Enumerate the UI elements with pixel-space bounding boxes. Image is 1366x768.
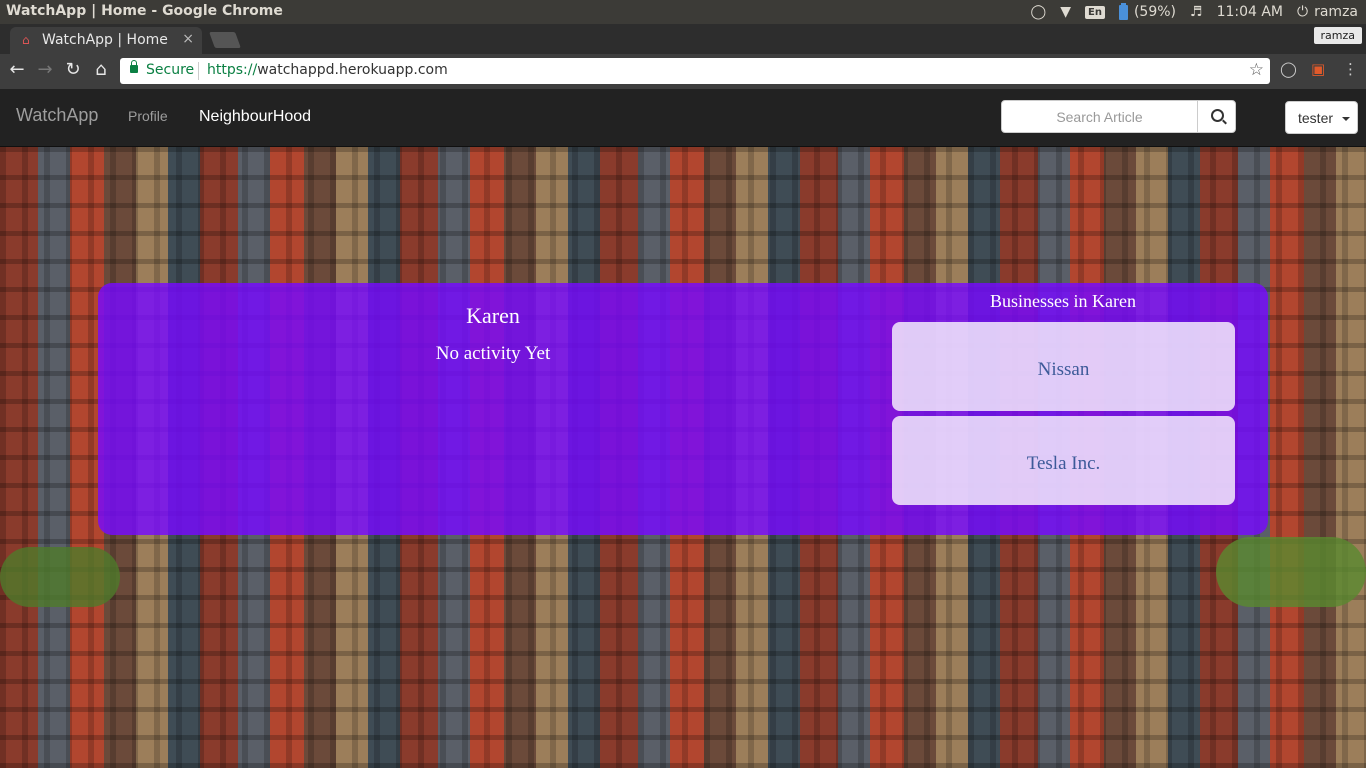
os-indicators: ◯ ▼ En (59%) ♬ 11:04 AM ⏻ ramza: [1031, 0, 1358, 24]
chrome-menu-icon[interactable]: ⋮: [1343, 60, 1358, 78]
lock-icon: [130, 60, 138, 73]
user-menu-button[interactable]: tester: [1285, 101, 1358, 134]
extension-bulb-icon[interactable]: ◯: [1280, 60, 1297, 78]
new-tab-button[interactable]: [209, 32, 241, 48]
search-input[interactable]: [1001, 100, 1198, 133]
battery-indicator[interactable]: (59%): [1118, 2, 1176, 20]
business-card[interactable]: Tesla Inc.: [892, 416, 1235, 505]
business-card[interactable]: Nissan: [892, 322, 1235, 411]
keyboard-layout-indicator[interactable]: En: [1085, 5, 1105, 19]
favicon-icon: ⌂: [22, 33, 30, 47]
brand-link[interactable]: WatchApp: [16, 105, 98, 126]
site-navbar: WatchApp Profile NeighbourHood tester: [0, 89, 1366, 147]
url-text[interactable]: https://watchappd.herokuapp.com: [207, 62, 448, 78]
business-link[interactable]: Tesla Inc.: [892, 453, 1235, 475]
battery-icon: [1118, 2, 1128, 20]
business-link[interactable]: Nissan: [892, 359, 1235, 381]
reload-icon[interactable]: ↻: [62, 59, 84, 81]
back-arrow-icon[interactable]: ←: [6, 59, 28, 81]
power-icon: ⏻: [1297, 4, 1309, 20]
url-host: watchappd.herokuapp.com: [257, 62, 448, 78]
background-trees: [1216, 537, 1366, 607]
user-menu-label: tester: [1298, 110, 1334, 126]
window-title: WatchApp | Home - Google Chrome: [6, 3, 283, 19]
address-bar[interactable]: Secure https://watchappd.herokuapp.com ☆: [120, 58, 1270, 84]
bookmark-star-icon[interactable]: ☆: [1249, 60, 1264, 80]
clock[interactable]: 11:04 AM: [1217, 4, 1283, 20]
wifi-icon[interactable]: ▼: [1060, 4, 1071, 20]
nav-neighbourhood-link[interactable]: NeighbourHood: [199, 108, 311, 126]
extension-tv-icon[interactable]: ▣: [1311, 60, 1325, 78]
browser-toolbar: ← → ↻ ⌂ Secure https://watchappd.herokua…: [0, 54, 1366, 89]
volume-icon[interactable]: ♬: [1190, 4, 1203, 20]
search-button[interactable]: [1197, 100, 1236, 133]
tab-close-icon[interactable]: ×: [182, 31, 194, 47]
os-top-panel: WatchApp | Home - Google Chrome ◯ ▼ En (…: [0, 0, 1366, 24]
neighbourhood-name: Karen: [466, 303, 520, 328]
bulb-icon[interactable]: ◯: [1031, 4, 1047, 20]
forward-arrow-icon[interactable]: →: [34, 59, 56, 81]
secure-label: Secure: [146, 62, 195, 78]
search-icon: [1211, 109, 1224, 122]
tab-title: WatchApp | Home: [42, 32, 168, 48]
businesses-heading: Businesses in Karen: [990, 291, 1136, 311]
battery-percent: (59%): [1133, 4, 1176, 20]
background-trees: [0, 547, 120, 607]
home-icon[interactable]: ⌂: [90, 59, 112, 81]
browser-tab-strip: ⌂ WatchApp | Home × ramza: [0, 24, 1366, 54]
caret-down-icon: [1342, 117, 1350, 121]
address-separator: [198, 62, 199, 80]
browser-tab[interactable]: ⌂ WatchApp | Home ×: [10, 27, 202, 54]
url-scheme: https://: [207, 62, 258, 78]
browser-profile-chip[interactable]: ramza: [1313, 27, 1362, 44]
neighbourhood-panel: Karen No activity Yet Businesses in Kare…: [98, 283, 1268, 535]
nav-profile-link[interactable]: Profile: [128, 108, 168, 124]
session-indicator[interactable]: ⏻ ramza: [1297, 4, 1358, 20]
search-form: [1001, 100, 1236, 133]
activity-status: No activity Yet: [435, 343, 551, 364]
web-page: WatchApp Profile NeighbourHood tester Ka…: [0, 89, 1366, 768]
session-user: ramza: [1314, 4, 1358, 20]
